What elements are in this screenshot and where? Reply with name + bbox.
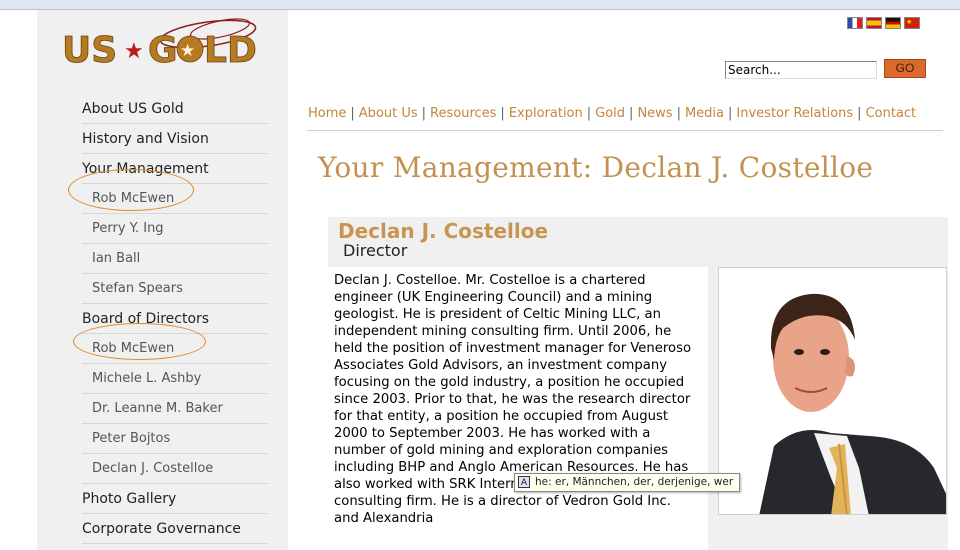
- svg-text:G: G: [148, 30, 178, 71]
- sidebar: About US Gold History and Vision Your Mana…: [37, 10, 288, 550]
- topnav-link[interactable]: Investor Relations: [736, 106, 853, 121]
- search-input[interactable]: [725, 61, 877, 79]
- sidebar-item[interactable]: Declan J. Costelloe: [82, 454, 268, 484]
- sidebar-item-label: Corporate Governance: [82, 521, 241, 537]
- sidebar-item-label: Board of Directors: [82, 311, 210, 327]
- svg-text:★: ★: [180, 41, 195, 61]
- sidebar-item[interactable]: Perry Y. Ing: [82, 214, 268, 244]
- sidebar-item-label: Your Management: [82, 161, 209, 177]
- tooltip-text: he: er, Männchen, der, derjenige, wer: [535, 476, 734, 488]
- browser-top-edge: [0, 0, 960, 10]
- sidebar-item-label: Rob McEwen: [92, 341, 175, 356]
- person-name: Declan J. Costelloe: [338, 219, 549, 243]
- svg-text:★: ★: [124, 39, 144, 64]
- sidebar-item-label: Peter Bojtos: [92, 431, 171, 446]
- dictionary-icon: A: [518, 476, 530, 488]
- divider: [307, 130, 943, 131]
- nav-separator: |: [676, 106, 681, 121]
- sidebar-item-label: History and Vision: [82, 131, 209, 147]
- person-role: Director: [343, 241, 408, 260]
- page-title: Your Management: Declan J. Costelloe: [318, 151, 874, 184]
- nav-separator: |: [728, 106, 733, 121]
- topnav-link[interactable]: About Us: [359, 106, 418, 121]
- go-button[interactable]: GO: [884, 59, 926, 78]
- sidebar-item-label: Michele L. Ashby: [92, 371, 202, 386]
- us-gold-logo[interactable]: US ★ G ★ LD: [60, 12, 265, 74]
- sidebar-item[interactable]: Ian Ball: [82, 244, 268, 274]
- nav-separator: |: [629, 106, 634, 121]
- sidebar-item-label: Rob McEwen: [92, 191, 175, 206]
- sidebar-item[interactable]: Stefan Spears: [82, 274, 268, 304]
- top-navigation: Home | About Us | Resources | Exploration | Gold…: [308, 106, 916, 121]
- sidebar-item[interactable]: Photo Gallery: [82, 484, 268, 514]
- portrait-photo: [718, 267, 947, 515]
- topnav-link[interactable]: Resources: [430, 106, 496, 121]
- topnav-link[interactable]: Exploration: [509, 106, 583, 121]
- topnav-link[interactable]: News: [637, 106, 672, 121]
- sidebar-nav: About US Gold History and Vision Your Mana…: [37, 94, 268, 544]
- sidebar-item[interactable]: About US Gold: [82, 94, 268, 124]
- sidebar-item[interactable]: Your Management: [82, 154, 268, 184]
- de-flag-icon[interactable]: [885, 17, 901, 29]
- search-box: [725, 59, 877, 79]
- nav-separator: |: [857, 106, 862, 121]
- sidebar-item-label: Perry Y. Ing: [92, 221, 164, 236]
- sidebar-item-label: Dr. Leanne M. Baker: [92, 401, 223, 416]
- topnav-link[interactable]: Media: [685, 106, 724, 121]
- nav-separator: |: [350, 106, 355, 121]
- sidebar-item[interactable]: Dr. Leanne M. Baker: [82, 394, 268, 424]
- language-flags: ★: [847, 17, 923, 31]
- es-flag-icon[interactable]: [866, 17, 882, 29]
- nav-separator: |: [586, 106, 592, 121]
- nav-separator: |: [421, 106, 427, 121]
- svg-text:LD: LD: [204, 30, 257, 71]
- cn-flag-icon[interactable]: ★: [904, 17, 920, 29]
- fr-flag-icon[interactable]: [847, 17, 863, 29]
- nav-separator: |: [500, 106, 505, 121]
- topnav-link[interactable]: Gold: [595, 106, 625, 121]
- translation-tooltip: A he: er, Männchen, der, derjenige, wer: [514, 473, 741, 492]
- sidebar-item-label: About US Gold: [82, 101, 184, 117]
- sidebar-item-label: Declan J. Costelloe: [92, 461, 214, 476]
- sidebar-item[interactable]: Rob McEwen: [82, 184, 268, 214]
- svg-text:US: US: [62, 30, 117, 71]
- sidebar-item[interactable]: Michele L. Ashby: [82, 364, 268, 394]
- bio-container: Declan J. Costelloe. Mr. Costelloe is a …: [328, 267, 708, 550]
- sidebar-item-label: Photo Gallery: [82, 491, 177, 507]
- sidebar-item[interactable]: Rob McEwen: [82, 334, 268, 364]
- topnav-link[interactable]: Home: [308, 106, 346, 121]
- sidebar-item[interactable]: Peter Bojtos: [82, 424, 268, 454]
- sidebar-item-label: Ian Ball: [92, 251, 141, 266]
- sidebar-item[interactable]: History and Vision: [82, 124, 268, 154]
- sidebar-item[interactable]: Board of Directors: [82, 304, 268, 334]
- topnav-link[interactable]: Contact: [866, 106, 917, 121]
- sidebar-item[interactable]: Corporate Governance: [82, 514, 268, 544]
- sidebar-item-label: Stefan Spears: [92, 281, 183, 296]
